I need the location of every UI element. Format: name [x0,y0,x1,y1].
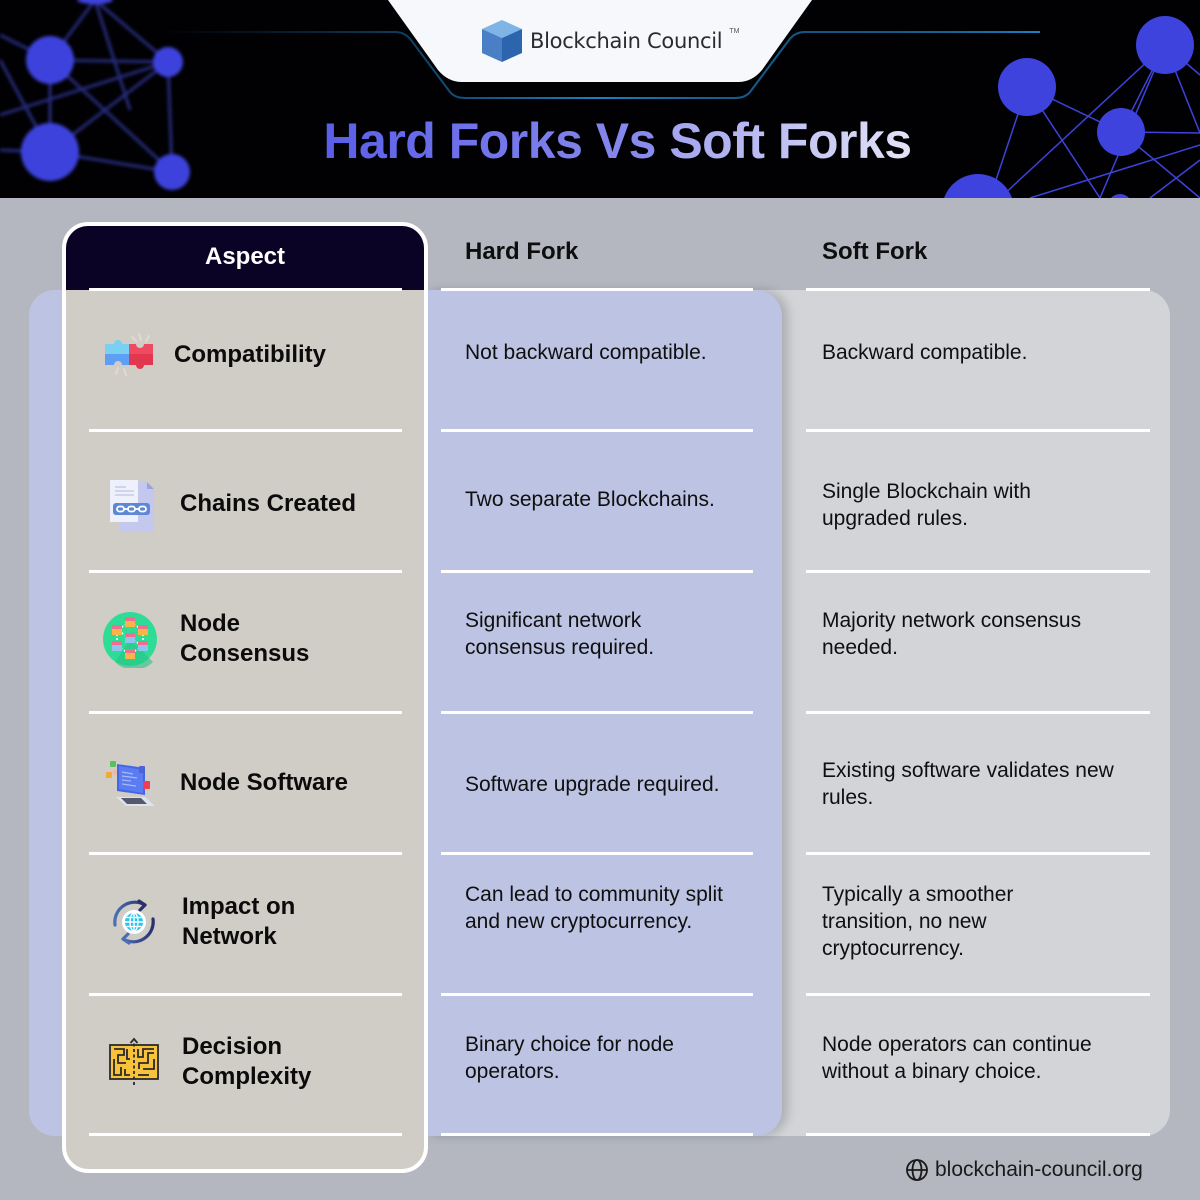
page-title: Hard Forks Vs Soft Forks [0,112,1200,170]
hard-fork-cell: Two separate Blockchains. [465,488,715,511]
soft-fork-cell: Node operators can continue without a bi… [822,1033,1092,1083]
divider [806,429,1150,432]
aspect-cell: Node Consensus [100,609,350,669]
divider [441,288,753,291]
soft-fork-cell: Existing software validates new rules. [822,759,1114,809]
divider [441,1133,753,1136]
divider [441,429,753,432]
aspect-cell: Compatibility [100,325,326,385]
aspect-cell: Decision Complexity [104,1032,342,1092]
aspect-label: Node Consensus [180,610,310,667]
hard-fork-cell: Can lead to community split and new cryp… [465,883,723,933]
globe-icon [906,1159,928,1181]
right-network-graphic [944,16,1200,198]
divider [806,570,1150,573]
hard-fork-cell: Significant network consensus required. [465,609,655,659]
divider [806,852,1150,855]
soft-fork-cell: Majority network consensus needed. [822,609,1082,659]
divider [89,1133,402,1136]
divider [89,993,402,996]
aspect-cell: Chains Created [102,474,356,534]
divider [89,570,402,573]
soft-fork-cell: Typically a smoother transition, no new … [822,883,1014,960]
laptop-code-icon [102,753,162,813]
divider [89,429,402,432]
divider [441,711,753,714]
divider [89,852,402,855]
divider [89,711,402,714]
cube-logo-icon [482,20,522,62]
brand-name: Blockchain Council [530,29,723,53]
aspect-cell: Node Software [102,753,348,813]
blockchain-network-icon [100,609,160,669]
website-url: blockchain-council.org [935,1158,1143,1181]
hard-fork-header: Hard Fork [465,238,579,265]
divider [806,1133,1150,1136]
aspect-cell: Impact on Network [104,892,332,952]
soft-fork-cell: Single Blockchain with upgraded rules. [822,480,1031,530]
globe-sync-icon [104,892,164,952]
aspect-label: Node Software [180,769,349,796]
aspect-label: Compatibility [174,341,327,368]
linked-document-icon [102,474,162,534]
aspect-label: Impact on Network [182,893,296,950]
soft-fork-header: Soft Fork [822,238,928,265]
divider [441,993,753,996]
brand-logo[interactable]: Blockchain Council TM [480,18,739,64]
divider [441,852,753,855]
puzzle-icon [100,325,160,385]
aspect-label: Decision Complexity [182,1033,312,1090]
trademark-symbol: TM [729,27,740,35]
hard-fork-cell: Not backward compatible. [465,341,707,364]
title-part-soft: Soft Forks [669,113,912,169]
aspect-label: Chains Created [180,490,357,517]
hard-fork-cell: Software upgrade required. [465,773,720,796]
divider [89,288,402,291]
divider [806,288,1150,291]
soft-fork-cell: Backward compatible. [822,341,1028,364]
website-link[interactable]: blockchain-council.org [905,1158,1143,1182]
hard-fork-cell: Binary choice for node operators. [465,1033,674,1083]
title-part-hard: Hard Forks Vs [323,113,656,169]
divider [806,711,1150,714]
aspect-header: Aspect [66,226,424,290]
divider [806,993,1150,996]
divider [441,570,753,573]
maze-icon [104,1032,164,1092]
header-banner: Blockchain Council TM Hard Forks Vs Soft … [0,0,1200,198]
